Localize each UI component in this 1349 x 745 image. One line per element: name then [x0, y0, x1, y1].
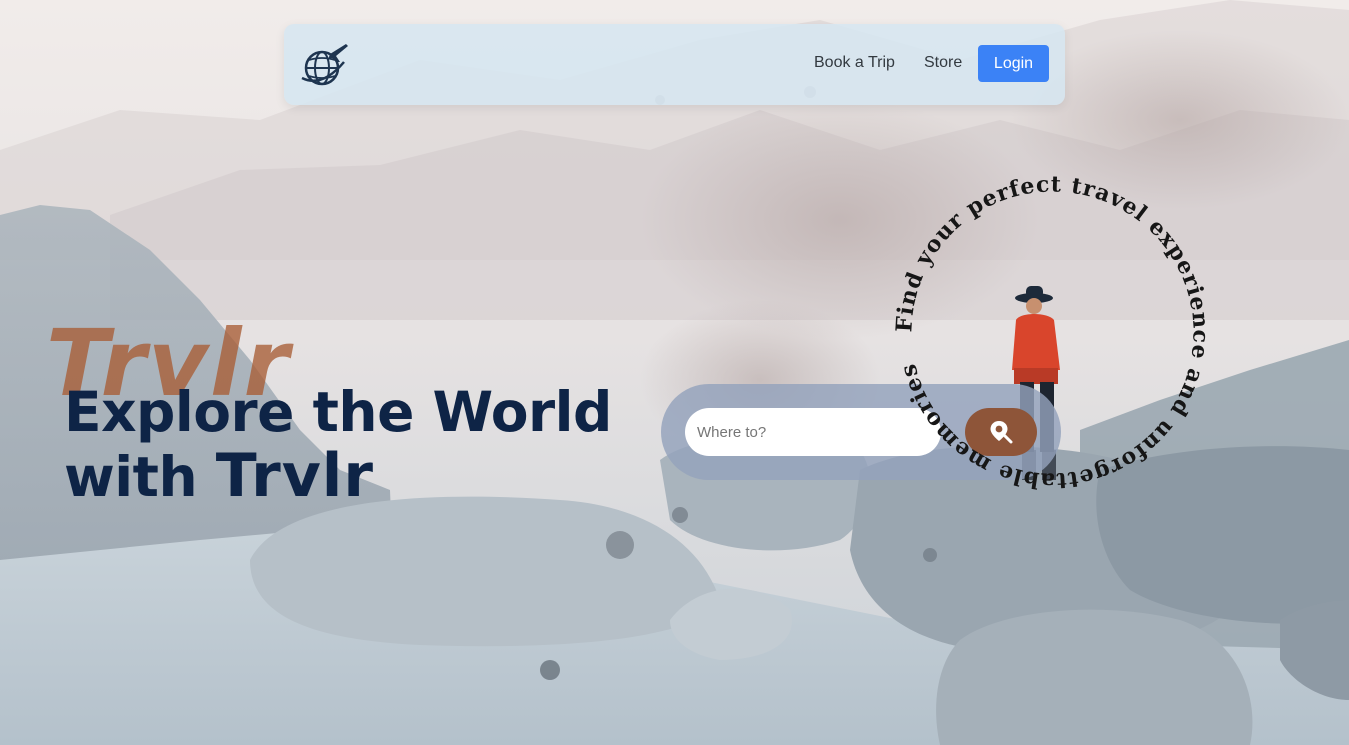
circular-tagline-text: Find your perfect travel experience and …	[891, 171, 1212, 493]
navbar: Book a Trip Store Login	[284, 24, 1065, 105]
globe-airplane-icon[interactable]	[300, 40, 350, 90]
hero-title: Explore the World with Trvlr	[64, 380, 612, 509]
login-button[interactable]: Login	[978, 45, 1049, 82]
hero-title-line1: Explore the World	[64, 380, 612, 444]
circular-tagline: Find your perfect travel experience and …	[891, 171, 1213, 493]
nav-store[interactable]: Store	[924, 54, 962, 72]
nav-book-a-trip[interactable]: Book a Trip	[814, 54, 895, 72]
page: Book a Trip Store Login Trvlr Explore th…	[0, 0, 1349, 745]
hero-title-brand: Trvlr	[215, 441, 374, 511]
hero-title-line2-prefix: with	[64, 445, 216, 509]
svg-text:Find your perfect travel exper: Find your perfect travel experience and …	[891, 171, 1213, 493]
